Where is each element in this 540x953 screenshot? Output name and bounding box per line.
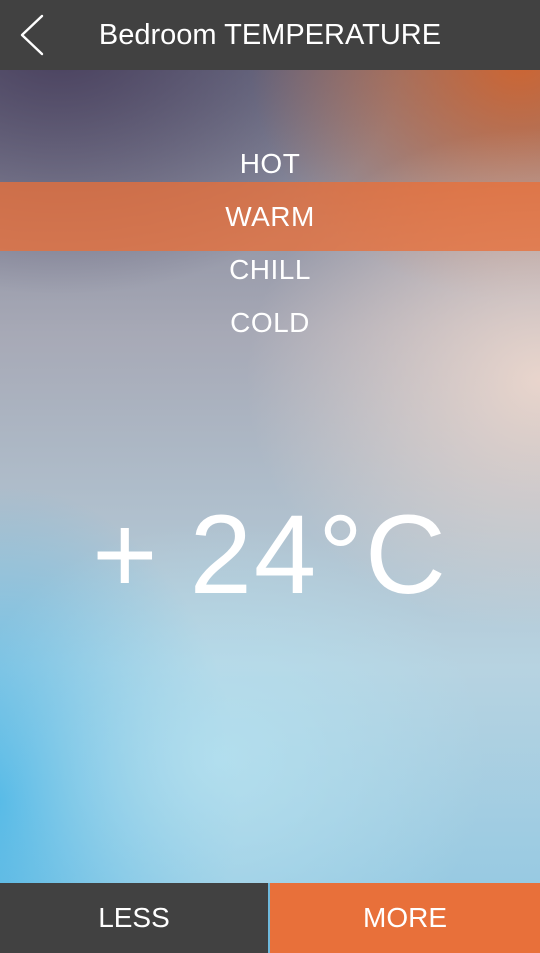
mode-label: CHILL	[229, 254, 311, 285]
chevron-left-icon	[20, 14, 44, 56]
mode-item-warm[interactable]: WARM	[0, 182, 540, 251]
back-button[interactable]	[12, 10, 56, 60]
top-bar: Bedroom TEMPERATURE	[0, 0, 540, 70]
mode-list: HOT WARM CHILL COLD	[0, 137, 540, 349]
bottom-bar: LESS MORE	[0, 883, 540, 953]
temperature-sign: +	[92, 492, 160, 617]
temperature-value: 24°C	[189, 492, 448, 617]
less-button[interactable]: LESS	[0, 883, 268, 953]
mode-label: WARM	[225, 201, 315, 232]
mode-item-cold[interactable]: COLD	[0, 296, 540, 349]
mode-label: HOT	[239, 148, 301, 179]
temperature-readout: +24°C	[0, 495, 540, 615]
mode-item-chill[interactable]: CHILL	[0, 243, 540, 296]
mode-label: COLD	[230, 307, 310, 338]
temperature-screen: Bedroom TEMPERATURE HOT WARM CHILL COLD …	[0, 0, 540, 953]
page-title: Bedroom TEMPERATURE	[98, 19, 442, 51]
more-button[interactable]: MORE	[270, 883, 540, 953]
